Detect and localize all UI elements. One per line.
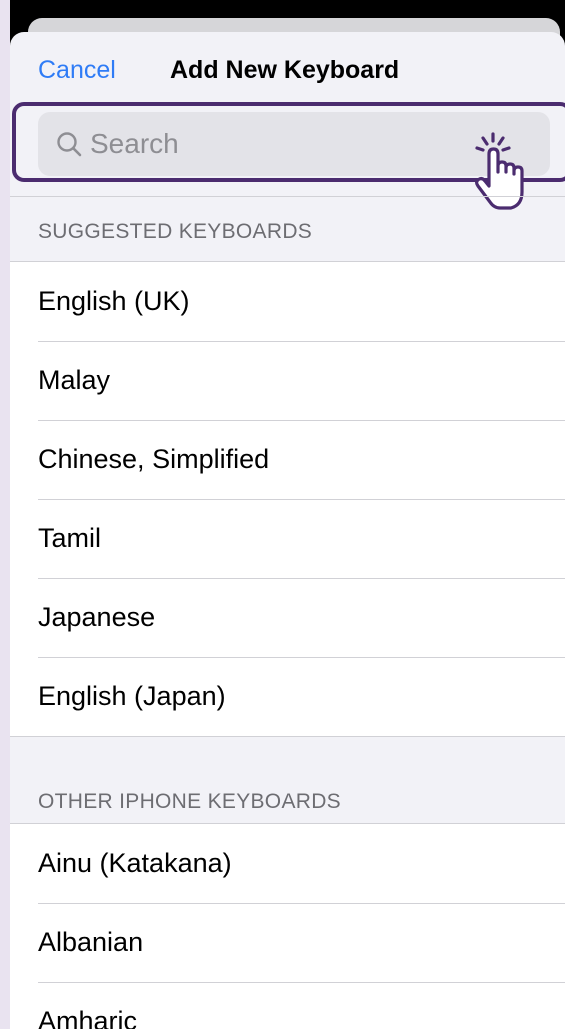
- list-item[interactable]: Chinese, Simplified: [10, 420, 565, 499]
- phone-screen: Cancel Add New Keyboard Search SUGGESTED…: [10, 0, 565, 1029]
- suggested-keyboards-list: English (UK) Malay Chinese, Simplified T…: [10, 261, 565, 737]
- list-item[interactable]: Albanian: [10, 903, 565, 982]
- list-item[interactable]: Malay: [10, 341, 565, 420]
- list-item[interactable]: Amharic: [10, 982, 565, 1029]
- add-keyboard-sheet: Cancel Add New Keyboard Search SUGGESTED…: [10, 32, 565, 1029]
- list-item[interactable]: English (Japan): [10, 657, 565, 736]
- section-header-suggested: SUGGESTED KEYBOARDS: [10, 196, 565, 261]
- other-keyboards-list: Ainu (Katakana) Albanian Amharic: [10, 823, 565, 1029]
- cancel-button[interactable]: Cancel: [38, 56, 116, 85]
- list-item[interactable]: Tamil: [10, 499, 565, 578]
- keyboard-lists: SUGGESTED KEYBOARDS English (UK) Malay C…: [10, 196, 565, 1029]
- list-item[interactable]: English (UK): [10, 262, 565, 341]
- list-item[interactable]: Ainu (Katakana): [10, 824, 565, 903]
- section-header-other: OTHER IPHONE KEYBOARDS: [38, 790, 341, 813]
- list-item[interactable]: Japanese: [10, 578, 565, 657]
- page-title: Add New Keyboard: [170, 56, 400, 84]
- navigation-bar: Cancel Add New Keyboard: [10, 32, 565, 108]
